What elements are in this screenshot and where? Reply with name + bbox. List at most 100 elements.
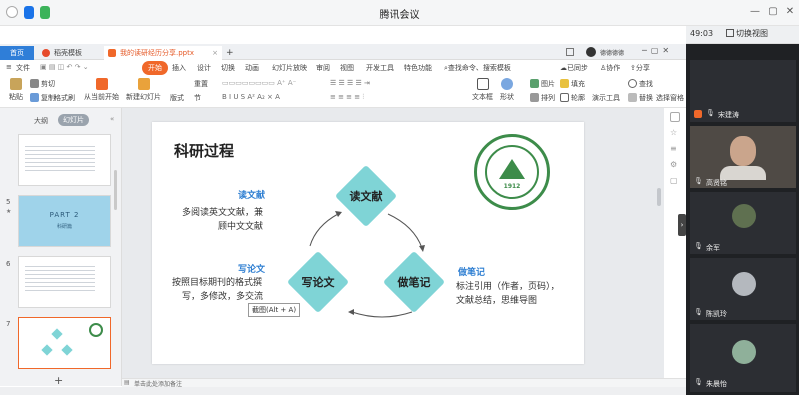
- menu-insert[interactable]: 插入: [172, 63, 186, 73]
- star-icon: ★: [6, 208, 12, 215]
- shape-button[interactable]: 形状: [500, 78, 514, 102]
- image-button[interactable]: 图片: [530, 79, 555, 89]
- hand-icon[interactable]: [670, 112, 680, 122]
- font-controls[interactable]: ▭▭▭▭▭▭▭▭ A⁺ A⁻: [222, 79, 296, 87]
- thumbnail-scrollbar[interactable]: [114, 170, 117, 210]
- slide-thumbnail-5[interactable]: PART 2 科研篇: [18, 195, 111, 247]
- participant-tile[interactable]: 🎙 陈凯玲: [690, 258, 796, 320]
- participant-tile[interactable]: 🎙 高贤铭: [690, 126, 796, 188]
- participant-name: 陈凯玲: [706, 310, 727, 318]
- fill-button[interactable]: 填充: [560, 79, 585, 89]
- align-controls[interactable]: ≡ ≡ ≡ ≡ ⫶: [330, 93, 364, 102]
- slide-thumbnail-7[interactable]: [18, 317, 111, 369]
- paste-icon: [10, 78, 22, 90]
- new-tab-button[interactable]: +: [226, 46, 234, 60]
- gear-icon[interactable]: ⚙: [670, 160, 677, 169]
- add-slide-button[interactable]: +: [54, 374, 63, 387]
- menu-slideshow[interactable]: 幻灯片放映: [272, 63, 307, 73]
- tab-close-icon[interactable]: ×: [212, 46, 218, 60]
- textbox-button[interactable]: 文本框: [472, 78, 493, 102]
- new-slide-button[interactable]: 新建幻灯片: [126, 78, 161, 102]
- format-controls[interactable]: B I U S A² A₂ × A: [222, 93, 280, 101]
- screenshot-tooltip: 截图(Alt + A): [248, 303, 301, 317]
- from-current-button[interactable]: 从当前开始: [84, 78, 119, 102]
- switch-view-button[interactable]: 切换视图: [726, 28, 768, 39]
- meeting-title: 腾讯会议: [379, 10, 420, 21]
- tab-document[interactable]: 我的读研经历分享.pptx ×: [104, 46, 222, 60]
- participant-avatar: [732, 204, 756, 228]
- menu-devtools[interactable]: 开发工具: [366, 63, 394, 73]
- paragraph-controls[interactable]: ☰ ☰ ☰ ☰ ⇥: [330, 79, 370, 87]
- tab-slides[interactable]: 幻灯片: [58, 114, 89, 126]
- write-body-line1: 按照目标期刊的格式撰: [172, 278, 263, 288]
- slide-thumbnail-4[interactable]: [18, 134, 111, 186]
- participant-tile[interactable]: 🎙 宋建涛: [690, 60, 796, 122]
- menu-special[interactable]: 特色功能: [404, 63, 432, 73]
- share-button[interactable]: ⇪分享: [630, 63, 650, 73]
- note-heading: 做笔记: [458, 268, 486, 278]
- slide-thumbnail-6[interactable]: [18, 256, 111, 308]
- menu-view[interactable]: 视图: [340, 63, 354, 73]
- minimize-icon[interactable]: —: [748, 5, 762, 19]
- mic-icon: 🎙: [706, 109, 715, 117]
- replace-button[interactable]: 替换: [628, 93, 653, 103]
- quick-access-icons[interactable]: ▣ ▤ ◫ ↶ ↷ ⌄: [40, 63, 89, 71]
- read-body-line1: 多阅读英文文献，兼: [182, 208, 264, 218]
- menu-design[interactable]: 设计: [197, 63, 211, 73]
- avatar[interactable]: [586, 47, 596, 57]
- participant-tile[interactable]: 🎙 余军: [690, 192, 796, 254]
- thumb-text-lines: [25, 263, 95, 293]
- star-icon[interactable]: ☆: [670, 128, 677, 137]
- canvas-scrollbar[interactable]: [657, 188, 661, 206]
- reset-button[interactable]: 重置: [194, 79, 208, 89]
- thumb-diagram: [61, 344, 73, 356]
- maximize-icon[interactable]: ▢: [766, 5, 780, 19]
- menu-hamburger-icon[interactable]: ≡: [6, 63, 12, 71]
- slide[interactable]: 科研过程 1912 读文献 做笔记 写论文 读文献 多阅读英文文献，兼 顾中文文…: [152, 122, 584, 364]
- menu-start[interactable]: 开始: [142, 61, 168, 75]
- arrange-button[interactable]: 排列: [530, 93, 555, 103]
- cut-button[interactable]: 剪切: [30, 79, 55, 89]
- box-icon[interactable]: ▢: [670, 176, 678, 185]
- tab-home[interactable]: 首页: [0, 46, 34, 60]
- participant-tile[interactable]: 🎙 朱晨怡: [690, 324, 796, 392]
- close-icon[interactable]: ✕: [783, 5, 797, 19]
- write-body-line2: 写，多修改，多交流: [182, 292, 264, 302]
- menu-transition[interactable]: 切换: [221, 63, 235, 73]
- layout-icon[interactable]: [566, 48, 574, 56]
- note-body-line1: 标注引用（作者，页码），: [456, 282, 560, 292]
- user-name[interactable]: 德德德德: [600, 48, 624, 57]
- cycle-arrows: [309, 211, 425, 318]
- panel-collapse-icon[interactable]: «: [110, 115, 114, 123]
- outline-button[interactable]: 轮廓: [560, 93, 585, 103]
- tab-template[interactable]: 稻壳模板: [38, 46, 102, 60]
- find-button[interactable]: 查找: [628, 79, 653, 89]
- sync-status[interactable]: ☁已同步: [560, 63, 588, 73]
- menu-animation[interactable]: 动画: [245, 63, 259, 73]
- scissors-icon: [30, 79, 39, 88]
- notes-icon: ▤: [124, 379, 130, 386]
- window-controls[interactable]: ─▢✕: [642, 46, 673, 55]
- slide-thumbnail-panel: 大纲 幻灯片 « 5 ★ PART 2 科研篇 6 7 +: [0, 108, 122, 387]
- section-button[interactable]: 节: [194, 93, 201, 103]
- copy-button[interactable]: 复制: [30, 93, 55, 103]
- menu-file[interactable]: 文件: [16, 63, 30, 73]
- tab-outline[interactable]: 大纲: [34, 116, 48, 126]
- layout-button[interactable]: 版式: [170, 93, 184, 103]
- wps-logo-icon: [42, 49, 50, 57]
- search-command-field[interactable]: ⌕查找命令、搜索模板: [444, 63, 511, 73]
- wps-tab-bar: 首页 稻壳模板 我的读研经历分享.pptx × + 德德德德 ─▢✕: [0, 44, 686, 60]
- presentation-tools-button[interactable]: 演示工具: [592, 93, 620, 103]
- mic-icon: 🎙: [694, 242, 703, 250]
- format-painter-button[interactable]: 格式刷: [54, 93, 75, 103]
- collab-button[interactable]: ♙协作: [600, 63, 620, 73]
- list-icon[interactable]: ≡: [670, 144, 677, 153]
- diamond-read-label: 读文献: [349, 190, 383, 203]
- menu-review[interactable]: 审阅: [316, 63, 330, 73]
- arrow-note-to-write: [351, 311, 413, 318]
- outline-icon: [560, 93, 569, 102]
- select-pane-button[interactable]: 选择窗格: [656, 93, 684, 103]
- paste-button[interactable]: 粘贴: [6, 78, 26, 102]
- notes-bar[interactable]: ▤ 单击此处添加备注: [122, 378, 686, 388]
- panel-toggle-icon[interactable]: ›: [678, 214, 686, 236]
